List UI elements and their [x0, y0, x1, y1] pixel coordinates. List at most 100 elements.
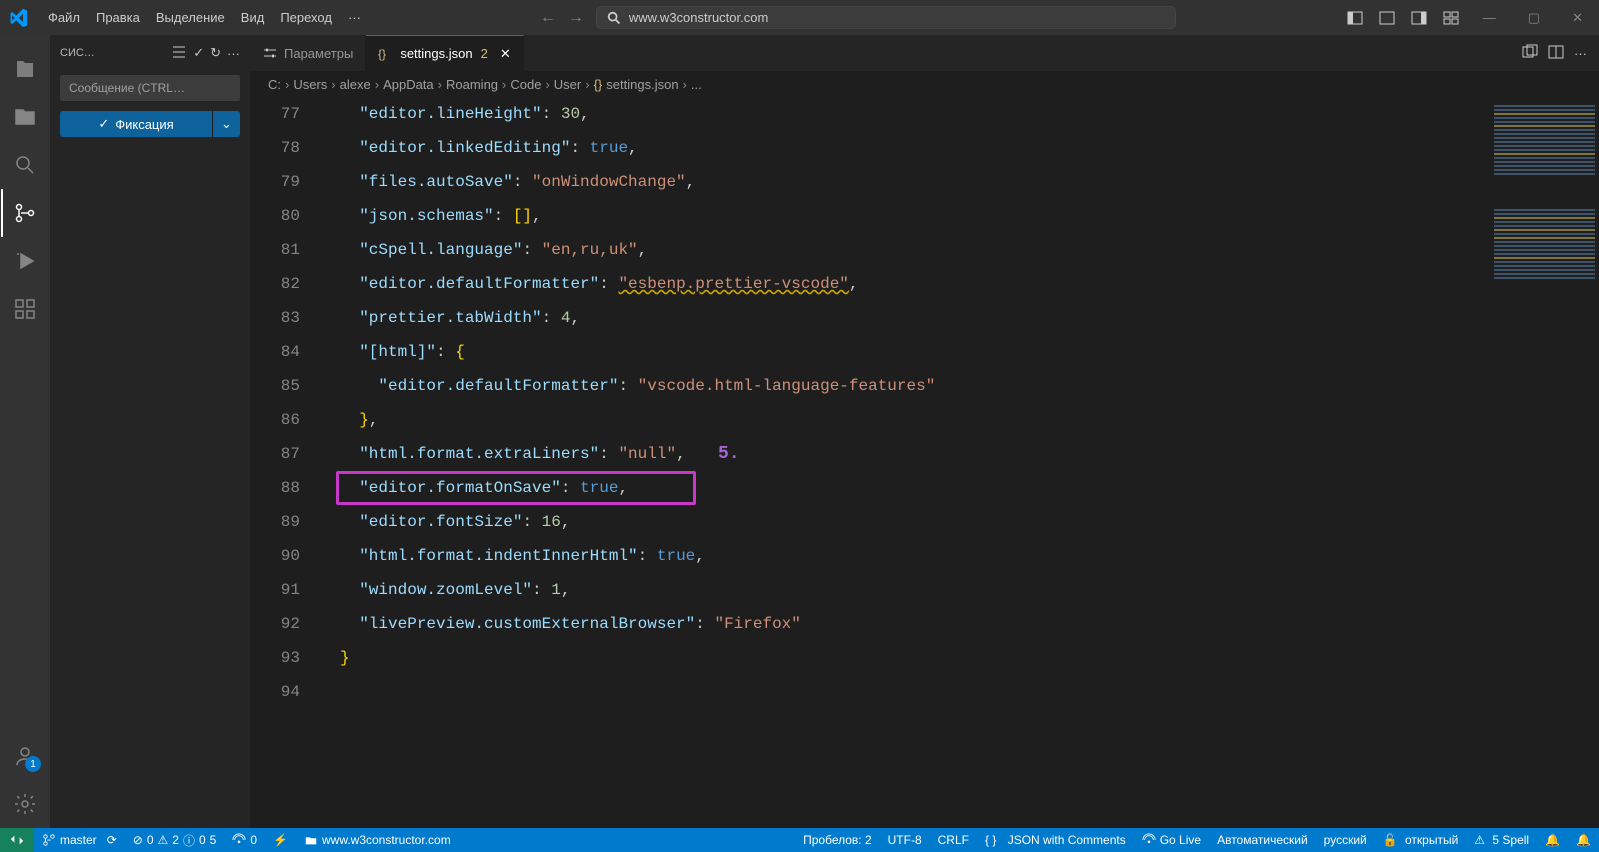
- status-notifications2[interactable]: 🔔: [1568, 828, 1599, 852]
- status-ports[interactable]: 0: [224, 828, 265, 852]
- code-line-85[interactable]: "editor.defaultFormatter": "vscode.html-…: [320, 369, 1489, 403]
- status-keyboard[interactable]: русский: [1316, 828, 1375, 852]
- status-language[interactable]: { } JSON with Comments: [977, 828, 1134, 852]
- more-icon[interactable]: ···: [227, 46, 240, 61]
- menu-Вид[interactable]: Вид: [233, 6, 273, 29]
- code-line-88[interactable]: "editor.formatOnSave": true,: [320, 471, 1489, 505]
- tab-label: Параметры: [284, 46, 353, 61]
- code-line-86[interactable]: },: [320, 403, 1489, 437]
- code-line-80[interactable]: "json.schemas": [],: [320, 199, 1489, 233]
- tab-settings-json[interactable]: {} settings.json 2 ✕: [366, 35, 523, 71]
- annotation: 5.: [718, 437, 740, 471]
- more-actions-icon[interactable]: ···: [1574, 46, 1587, 61]
- statusbar: master⟳ ⊘0 ⚠2 ⓘ0 5 0 ⚡ www.w3constructor…: [0, 828, 1599, 852]
- breadcrumb-segment[interactable]: AppData: [383, 77, 434, 92]
- status-branch[interactable]: master⟳: [34, 828, 125, 852]
- window-maximize[interactable]: ▢: [1520, 10, 1548, 26]
- activity-accounts[interactable]: 1: [1, 732, 49, 780]
- code-content[interactable]: "editor.lineHeight": 30, "editor.linkedE…: [320, 97, 1489, 828]
- sync-icon: ⟳: [107, 833, 117, 847]
- sidebar: СИС… ✓ ↻ ··· Сообщение (CTRL… ✓ Фиксация…: [50, 35, 250, 828]
- tab-parameters[interactable]: Параметры: [250, 35, 366, 71]
- line-gutter: 777879808182838485868788899091929394: [250, 97, 320, 828]
- activity-settings[interactable]: [1, 780, 49, 828]
- activity-source-control[interactable]: [1, 189, 49, 237]
- breadcrumb-segment[interactable]: Users: [293, 77, 327, 92]
- tab-close-icon[interactable]: ✕: [500, 46, 511, 62]
- menu-···[interactable]: ···: [340, 6, 369, 29]
- breadcrumb-segment[interactable]: C:: [268, 77, 281, 92]
- code-line-77[interactable]: "editor.lineHeight": 30,: [320, 97, 1489, 131]
- status-encoding[interactable]: UTF-8: [880, 828, 930, 852]
- activity-explorer[interactable]: [1, 45, 49, 93]
- layout-right-icon[interactable]: [1411, 10, 1427, 26]
- vscode-logo-icon: [8, 8, 28, 28]
- view-tree-icon[interactable]: [171, 44, 187, 63]
- menu-Правка[interactable]: Правка: [88, 6, 148, 29]
- code-line-82[interactable]: "editor.defaultFormatter": "esbenp.prett…: [320, 267, 1489, 301]
- code-line-78[interactable]: "editor.linkedEditing": true,: [320, 131, 1489, 165]
- code-line-90[interactable]: "html.format.indentInnerHtml": true,: [320, 539, 1489, 573]
- code-line-92[interactable]: "livePreview.customExternalBrowser": "Fi…: [320, 607, 1489, 641]
- status-live-server[interactable]: ⚡: [265, 828, 296, 852]
- activity-search[interactable]: [1, 141, 49, 189]
- window-minimize[interactable]: —: [1475, 10, 1504, 25]
- json-icon: {}: [378, 46, 394, 62]
- nav-forward-icon[interactable]: →: [568, 9, 584, 27]
- commit-button-label: Фиксация: [115, 117, 173, 132]
- split-editor-icon[interactable]: [1548, 44, 1564, 63]
- command-center[interactable]: www.w3constructor.com: [596, 6, 1176, 29]
- commit-button[interactable]: ✓ Фиксация: [60, 111, 212, 137]
- status-problems[interactable]: ⊘0 ⚠2 ⓘ0 5: [125, 828, 225, 852]
- status-spaces[interactable]: Пробелов: 2: [795, 828, 880, 852]
- refresh-icon[interactable]: ↻: [210, 45, 221, 61]
- check-all-icon[interactable]: ✓: [193, 45, 204, 61]
- window-close[interactable]: ✕: [1564, 10, 1591, 26]
- code-line-83[interactable]: "prettier.tabWidth": 4,: [320, 301, 1489, 335]
- svg-text:{}: {}: [378, 47, 386, 61]
- menu-Переход[interactable]: Переход: [272, 6, 340, 29]
- layout-grid-icon[interactable]: [1443, 10, 1459, 26]
- status-spell[interactable]: ⚠ 5 Spell: [1466, 828, 1537, 852]
- status-golive[interactable]: Go Live: [1134, 828, 1209, 852]
- minimap[interactable]: [1489, 97, 1599, 828]
- breadcrumb-segment[interactable]: alexe: [340, 77, 371, 92]
- breadcrumb-segment[interactable]: User: [554, 77, 581, 92]
- code-line-93[interactable]: }: [320, 641, 1489, 675]
- status-notifications[interactable]: 🔔: [1537, 828, 1568, 852]
- settings-icon: [262, 45, 278, 61]
- breadcrumb-segment[interactable]: settings.json: [606, 77, 678, 92]
- status-url[interactable]: www.w3constructor.com: [296, 828, 459, 852]
- status-eol[interactable]: CRLF: [930, 828, 977, 852]
- activity-debug[interactable]: [1, 237, 49, 285]
- code-line-91[interactable]: "window.zoomLevel": 1,: [320, 573, 1489, 607]
- tab-modified-badge: 2: [481, 46, 488, 61]
- menu-Выделение[interactable]: Выделение: [148, 6, 233, 29]
- layout-left-icon[interactable]: [1347, 10, 1363, 26]
- code-line-87[interactable]: "html.format.extraLiners": "null",5.: [320, 437, 1489, 471]
- breadcrumb[interactable]: C: › Users › alexe › AppData › Roaming ›…: [250, 71, 1599, 97]
- code-line-79[interactable]: "files.autoSave": "onWindowChange",: [320, 165, 1489, 199]
- status-trust[interactable]: 🔓 открытый: [1375, 828, 1467, 852]
- activity-folder[interactable]: [1, 93, 49, 141]
- commit-dropdown[interactable]: ⌄: [212, 111, 240, 137]
- menu-Файл[interactable]: Файл: [40, 6, 88, 29]
- code-line-81[interactable]: "cSpell.language": "en,ru,uk",: [320, 233, 1489, 267]
- code-line-84[interactable]: "[html]": {: [320, 335, 1489, 369]
- sidebar-title: СИС…: [60, 47, 165, 59]
- breadcrumb-segment[interactable]: ...: [691, 77, 702, 92]
- activity-extensions[interactable]: [1, 285, 49, 333]
- editor-body[interactable]: 777879808182838485868788899091929394 "ed…: [250, 97, 1599, 828]
- code-line-89[interactable]: "editor.fontSize": 16,: [320, 505, 1489, 539]
- open-changes-icon[interactable]: [1522, 44, 1538, 63]
- commit-message-input[interactable]: Сообщение (CTRL…: [60, 75, 240, 101]
- status-remote[interactable]: [0, 828, 34, 852]
- search-icon: [607, 11, 621, 25]
- breadcrumb-segment[interactable]: Roaming: [446, 77, 498, 92]
- check-icon: ✓: [98, 116, 109, 132]
- status-formatter[interactable]: Автоматический: [1209, 828, 1316, 852]
- layout-bottom-icon[interactable]: [1379, 10, 1395, 26]
- titlebar: ФайлПравкаВыделениеВидПереход··· ← → www…: [0, 0, 1599, 35]
- breadcrumb-segment[interactable]: Code: [510, 77, 541, 92]
- nav-back-icon[interactable]: ←: [540, 9, 556, 27]
